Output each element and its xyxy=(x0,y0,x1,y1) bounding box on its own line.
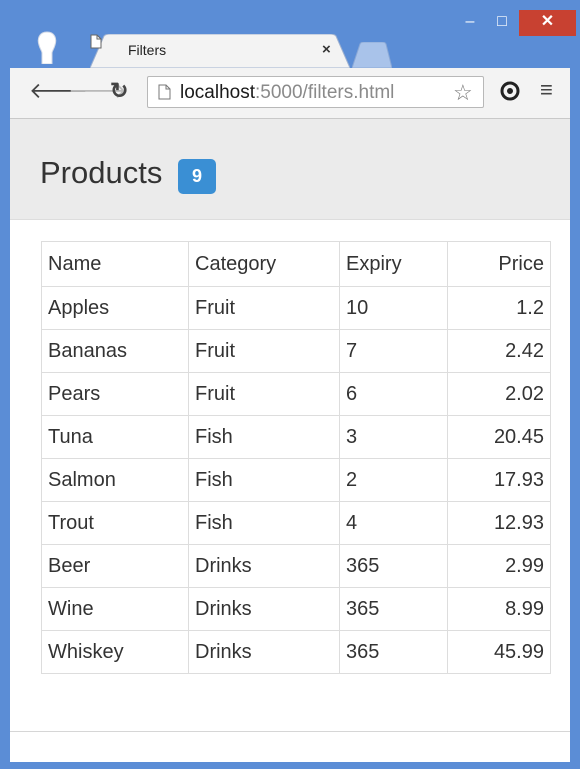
address-bar[interactable]: localhost:5000/filters.html ☆ xyxy=(147,76,484,108)
table-header-row: Name Category Expiry Price xyxy=(41,241,551,287)
cell-expiry: 365 xyxy=(339,544,448,588)
table-row: Beer Drinks 365 2.99 xyxy=(41,544,551,588)
cell-category: Fish xyxy=(188,501,340,545)
cell-expiry: 10 xyxy=(339,286,448,330)
table-row: Whiskey Drinks 365 45.99 xyxy=(41,630,551,674)
cell-expiry: 7 xyxy=(339,329,448,373)
cell-name: Bananas xyxy=(41,329,189,373)
column-header-name: Name xyxy=(41,241,189,287)
url-host: localhost xyxy=(180,82,255,103)
cell-price: 45.99 xyxy=(447,630,551,674)
panel-footer xyxy=(10,731,570,762)
browser-toolbar: 🡐 🡒 ↻ localhost:5000/filters.html ☆ ≡ xyxy=(10,68,570,119)
maximize-button[interactable]: □ xyxy=(487,10,517,36)
extension-icon[interactable] xyxy=(499,80,521,102)
cell-price: 20.45 xyxy=(447,415,551,459)
cell-price: 2.02 xyxy=(447,372,551,416)
cell-name: Wine xyxy=(41,587,189,631)
new-tab-button[interactable] xyxy=(352,42,392,68)
star-icon[interactable]: ☆ xyxy=(453,80,473,106)
cell-category: Fruit xyxy=(188,286,340,330)
cell-category: Fish xyxy=(188,458,340,502)
table-row: Trout Fish 4 12.93 xyxy=(41,501,551,545)
table-row: Apples Fruit 10 1.2 xyxy=(41,286,551,330)
title-bar: Filters × – □ ✕ xyxy=(0,0,580,68)
profile-icon[interactable] xyxy=(34,30,60,64)
cell-expiry: 365 xyxy=(339,587,448,631)
cell-category: Drinks xyxy=(188,630,340,674)
page-title: Products xyxy=(40,155,163,190)
cell-price: 2.99 xyxy=(447,544,551,588)
tab-close-button[interactable]: × xyxy=(322,41,331,58)
column-header-price: Price xyxy=(447,241,551,287)
cell-price: 12.93 xyxy=(447,501,551,545)
cell-name: Whiskey xyxy=(41,630,189,674)
cell-price: 17.93 xyxy=(447,458,551,502)
product-count-badge: 9 xyxy=(178,159,216,194)
cell-expiry: 3 xyxy=(339,415,448,459)
cell-expiry: 365 xyxy=(339,630,448,674)
cell-name: Apples xyxy=(41,286,189,330)
reload-icon[interactable]: ↻ xyxy=(110,78,128,104)
cell-category: Fruit xyxy=(188,372,340,416)
browser-window: Filters × – □ ✕ 🡐 🡒 ↻ localhost:5000/fil… xyxy=(0,0,580,769)
hamburger-menu-icon[interactable]: ≡ xyxy=(540,77,553,103)
cell-name: Pears xyxy=(41,372,189,416)
cell-name: Beer xyxy=(41,544,189,588)
cell-price: 1.2 xyxy=(447,286,551,330)
close-window-button[interactable]: ✕ xyxy=(519,10,576,36)
cell-expiry: 6 xyxy=(339,372,448,416)
url-text[interactable]: localhost:5000/filters.html xyxy=(180,82,394,104)
cell-expiry: 2 xyxy=(339,458,448,502)
table-row: Salmon Fish 2 17.93 xyxy=(41,458,551,502)
cell-category: Drinks xyxy=(188,544,340,588)
cell-expiry: 4 xyxy=(339,501,448,545)
cell-price: 2.42 xyxy=(447,329,551,373)
cell-name: Tuna xyxy=(41,415,189,459)
table-row: Bananas Fruit 7 2.42 xyxy=(41,329,551,373)
document-icon xyxy=(90,34,102,49)
table-row: Tuna Fish 3 20.45 xyxy=(41,415,551,459)
url-path: :5000/filters.html xyxy=(255,82,395,103)
minimize-button[interactable]: – xyxy=(456,10,484,36)
table-row: Wine Drinks 365 8.99 xyxy=(41,587,551,631)
cell-name: Trout xyxy=(41,501,189,545)
cell-category: Fruit xyxy=(188,329,340,373)
products-table: Name Category Expiry Price Apples Fruit 10… xyxy=(41,241,551,674)
tab-title: Filters xyxy=(128,42,167,58)
column-header-expiry: Expiry xyxy=(339,241,448,287)
tab-filters[interactable]: Filters × xyxy=(90,34,350,68)
column-header-category: Category xyxy=(188,241,340,287)
page-icon xyxy=(158,84,171,100)
page-content: Products 9 Name Category Expiry Price Ap… xyxy=(10,119,570,762)
cell-category: Fish xyxy=(188,415,340,459)
cell-price: 8.99 xyxy=(447,587,551,631)
cell-category: Drinks xyxy=(188,587,340,631)
table-row: Pears Fruit 6 2.02 xyxy=(41,372,551,416)
cell-name: Salmon xyxy=(41,458,189,502)
page-header: Products 9 xyxy=(10,119,570,220)
